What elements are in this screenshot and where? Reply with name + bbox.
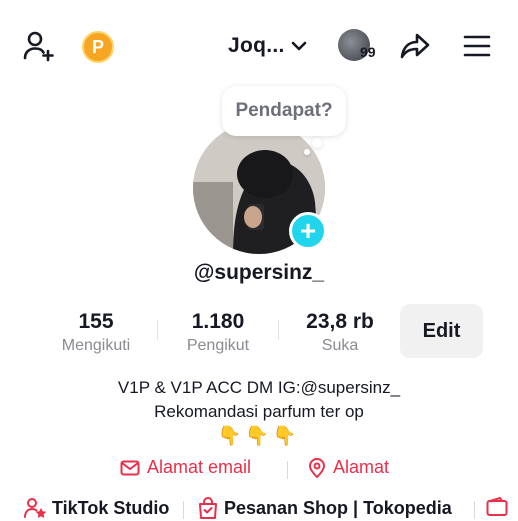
email-link-label: Alamat email	[147, 457, 252, 477]
contact-links: Alamat email Alamat	[0, 457, 518, 481]
account-switcher[interactable]: Joq...	[228, 32, 307, 60]
opinion-bubble[interactable]: Pendapat?	[222, 86, 346, 136]
plus-icon: +	[299, 215, 317, 246]
stat-label: Pengikut	[186, 337, 250, 354]
bubble-tail-dot	[312, 138, 322, 148]
stat-value: 155	[78, 310, 114, 333]
tiktok-studio-shortcut[interactable]: TikTok Studio	[24, 497, 169, 519]
tiktok-studio-label: TikTok Studio	[52, 497, 170, 518]
account-name: Joq...	[228, 34, 285, 57]
wallet-icon	[486, 497, 508, 516]
stat-value: 23,8 rb	[306, 310, 374, 333]
add-story-button[interactable]: +	[289, 212, 327, 250]
link-separator	[287, 461, 288, 479]
shortcut-separator	[474, 501, 475, 519]
stat-label: Suka	[321, 337, 359, 354]
coin-icon: P	[82, 31, 114, 63]
wallet-shortcut[interactable]	[486, 497, 508, 517]
creator-icon	[24, 498, 46, 519]
share-icon	[400, 33, 430, 59]
story-count-badge: 99	[360, 44, 376, 60]
shortcut-separator	[183, 501, 184, 519]
chevron-down-icon	[291, 41, 306, 51]
add-friend-icon	[23, 31, 54, 62]
bio-line-1: V1P & V1P ACC DM IG:@supersinz_	[117, 378, 401, 397]
hamburger-menu-icon	[463, 35, 491, 57]
stat-divider	[157, 320, 158, 340]
edit-profile-button[interactable]: Edit	[400, 304, 483, 358]
stories-button[interactable]: 99	[338, 29, 382, 63]
bio-emojis: 👇👇👇	[217, 426, 301, 447]
bio-line-2: Rekomandasi parfum ter op	[154, 402, 364, 421]
mail-icon	[120, 460, 140, 475]
profile-handle: @supersinz_	[193, 261, 325, 284]
add-friend-button[interactable]	[20, 28, 58, 64]
stat-label: Mengikuti	[61, 337, 131, 354]
coin-button[interactable]: P	[81, 30, 115, 64]
stat-divider	[278, 320, 279, 340]
address-link-label: Alamat	[333, 457, 390, 477]
menu-button[interactable]	[462, 33, 492, 59]
address-link[interactable]: Alamat	[308, 457, 389, 478]
shop-orders-label: Pesanan Shop | Tokopedia	[224, 497, 452, 518]
stat-likes[interactable]: 23,8 rb Suka	[292, 310, 388, 355]
shortcut-row: TikTok Studio Pesanan Shop | Tokopedia	[0, 497, 518, 521]
shop-orders-shortcut[interactable]: Pesanan Shop | Tokopedia	[198, 497, 452, 519]
bubble-tail-dot-small	[304, 149, 310, 155]
shopping-bag-icon	[199, 497, 217, 519]
email-link[interactable]: Alamat email	[120, 457, 251, 478]
stat-following[interactable]: 155 Mengikuti	[52, 310, 140, 355]
stat-value: 1.180	[191, 310, 245, 333]
share-button[interactable]	[398, 30, 432, 62]
stat-followers[interactable]: 1.180 Pengikut	[174, 310, 262, 355]
location-pin-icon	[308, 457, 326, 478]
